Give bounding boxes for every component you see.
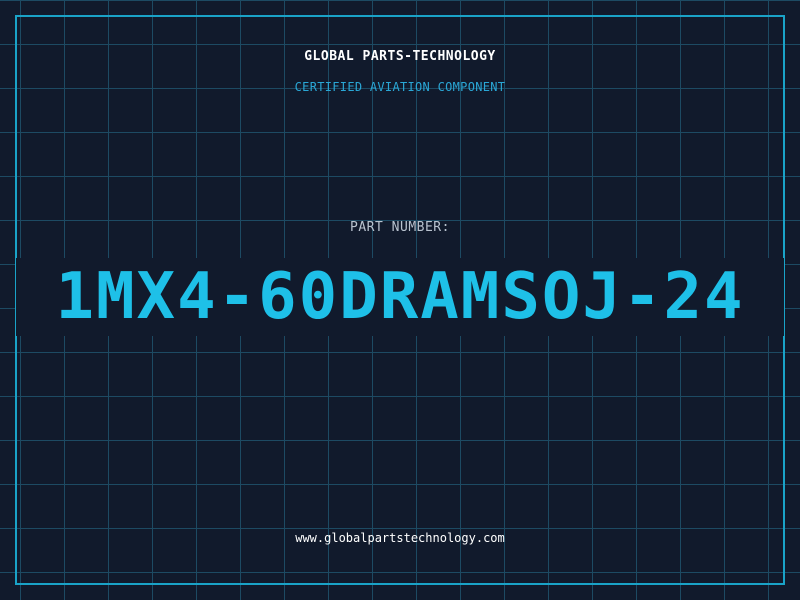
company-name: GLOBAL PARTS-TECHNOLOGY — [304, 49, 496, 64]
certification-subtitle: CERTIFIED AVIATION COMPONENT — [294, 80, 506, 94]
part-label-card: GLOBAL PARTS-TECHNOLOGY CERTIFIED AVIATI… — [0, 0, 800, 600]
part-number-label: PART NUMBER: — [350, 220, 450, 235]
website-url[interactable]: www.globalpartstechnology.com — [0, 531, 800, 545]
part-number-value: 1MX4-60DRAMSOJ-24 — [55, 260, 745, 334]
